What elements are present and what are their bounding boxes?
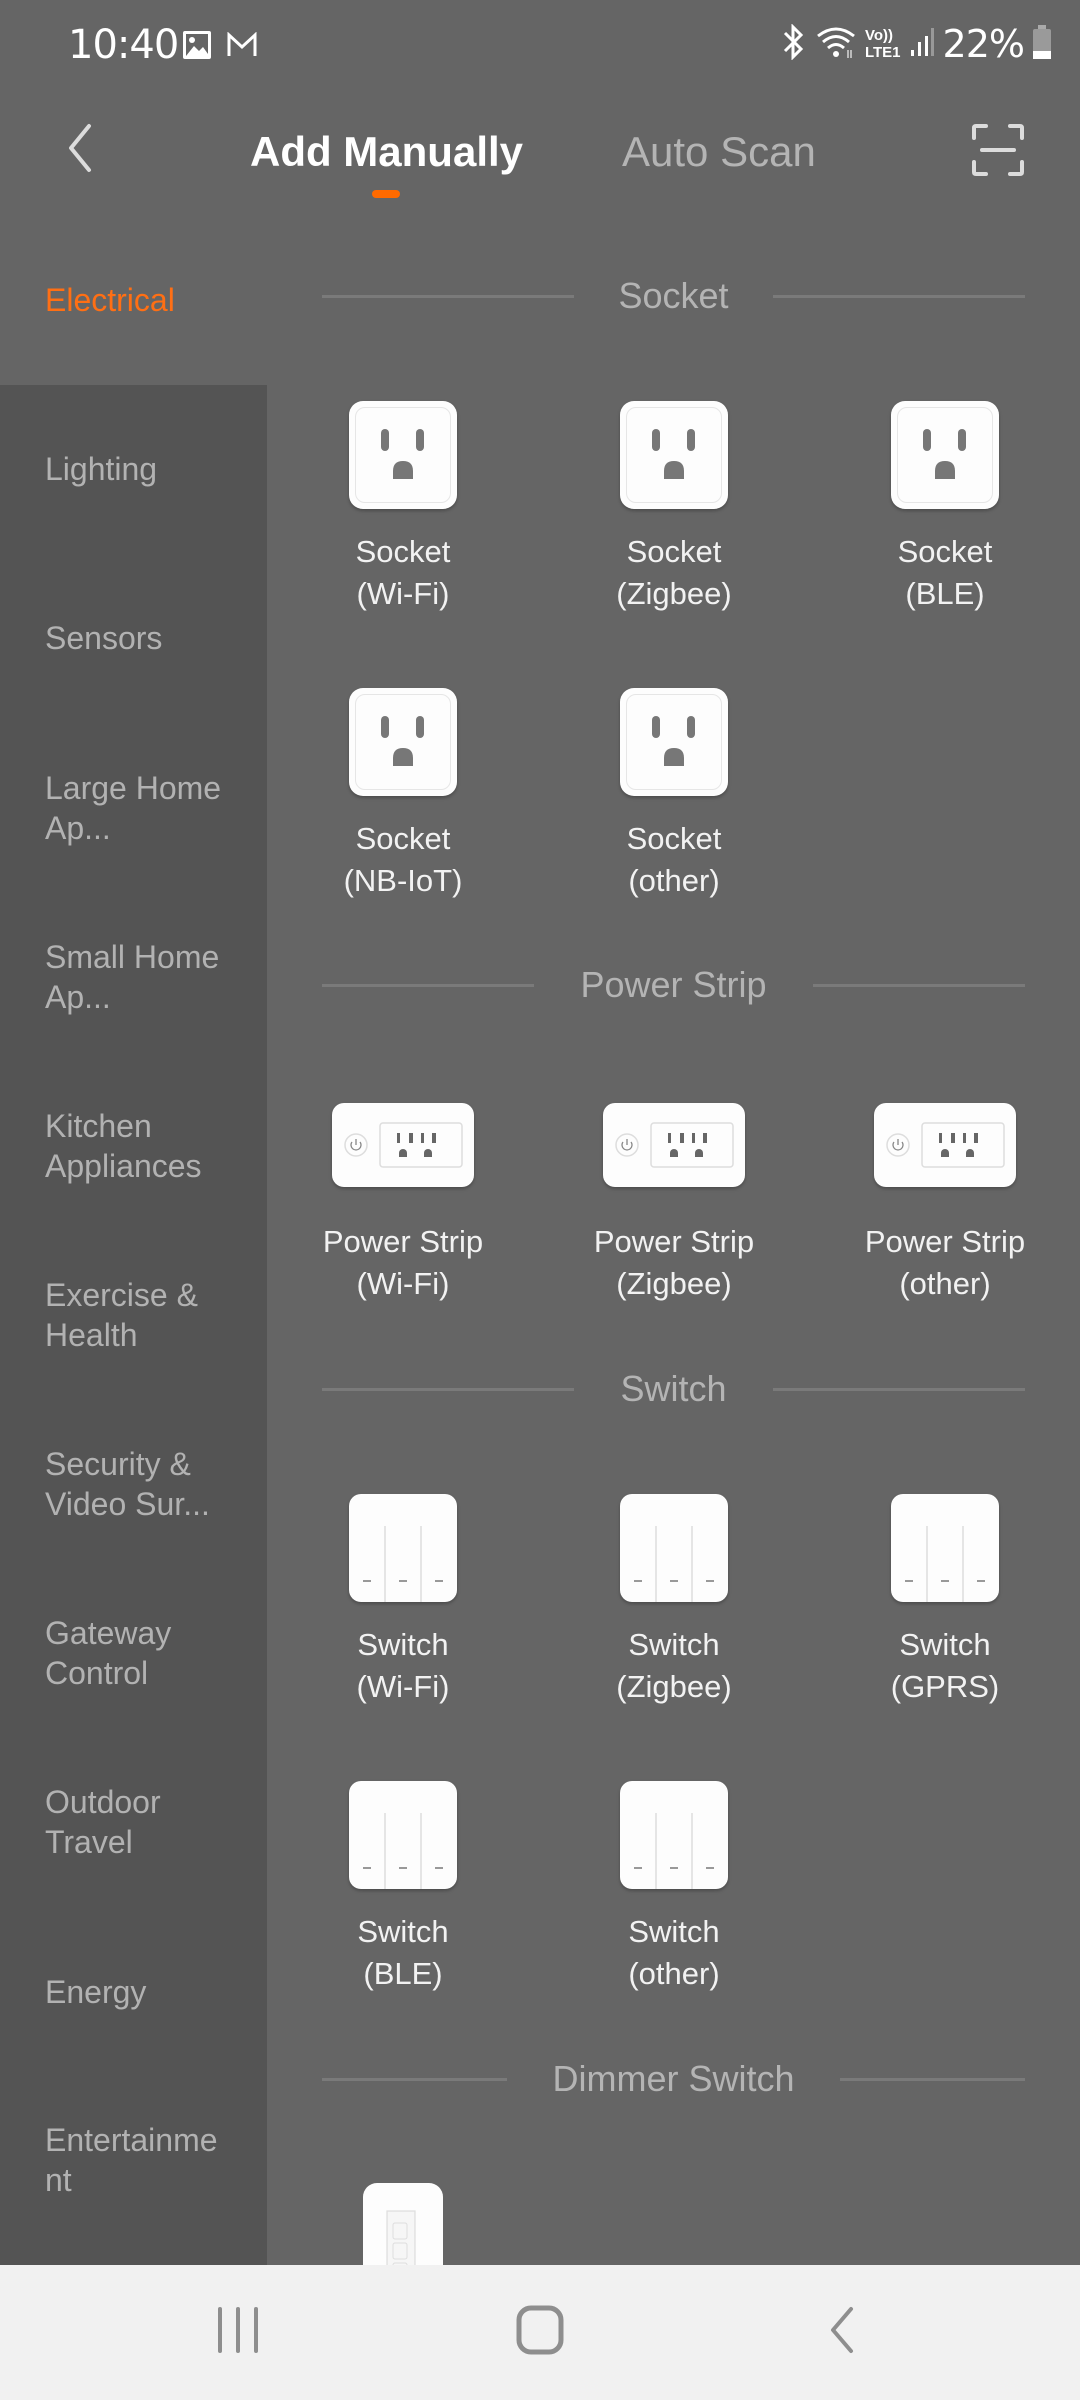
system-nav-bar: [0, 2265, 1080, 2400]
device-list: Socket Socket (Wi-Fi) Socket (Zigbee) Sock…: [267, 240, 1080, 2265]
device-socket-ble[interactable]: Socket (BLE): [830, 385, 1060, 615]
switch-icon: [620, 1781, 728, 1889]
section-header-switch: Switch: [322, 1360, 1025, 1420]
status-right-icons: Vo)) LTE1 22%: [781, 22, 1052, 66]
bluetooth-icon: [781, 22, 807, 65]
battery-icon: [1032, 24, 1052, 64]
socket-icon: [891, 401, 999, 509]
device-switch-wifi[interactable]: Switch (Wi-Fi): [288, 1478, 518, 1708]
sidebar-item-exercise-health[interactable]: Exercise & Health: [45, 1275, 245, 1355]
category-sidebar: Electrical Lighting Sensors Large Home A…: [0, 240, 267, 2265]
sidebar-item-electrical[interactable]: Electrical: [45, 280, 245, 320]
section-header-dimmer-switch: Dimmer Switch: [322, 2050, 1025, 2110]
switch-icon: [620, 1494, 728, 1602]
section-header-power-strip: Power Strip: [322, 956, 1025, 1016]
sidebar-item-small-home-appliances[interactable]: Small Home Ap...: [45, 937, 245, 1017]
device-switch-zigbee[interactable]: Switch (Zigbee): [559, 1478, 789, 1708]
wifi-icon: [815, 24, 857, 65]
divider: [840, 2078, 1025, 2081]
active-tab-indicator: [372, 190, 400, 198]
device-socket-zigbee[interactable]: Socket (Zigbee): [559, 385, 789, 615]
sidebar-item-large-home-appliances[interactable]: Large Home Ap...: [45, 768, 245, 848]
section-header-socket: Socket: [322, 267, 1025, 327]
sidebar-item-security-video[interactable]: Security & Video Sur...: [45, 1444, 245, 1524]
device-power-strip-other[interactable]: Power Strip (other): [830, 1075, 1060, 1305]
system-back-button[interactable]: [797, 2295, 887, 2370]
scan-icon: [970, 124, 1026, 182]
back-icon: [827, 2306, 857, 2359]
socket-icon: [620, 688, 728, 796]
lte-label: LTE1: [864, 44, 901, 61]
battery-percent: 22%: [942, 22, 1025, 66]
switch-icon: [891, 1494, 999, 1602]
home-icon: [516, 2305, 564, 2360]
switch-icon: [349, 1494, 457, 1602]
device-name: Socket (other): [626, 821, 722, 898]
device-switch-gprs[interactable]: Switch (GPRS): [830, 1478, 1060, 1708]
device-name: Socket (BLE): [897, 534, 993, 611]
device-name: Switch (Zigbee): [616, 1627, 732, 1704]
tab-auto-scan[interactable]: Auto Scan: [622, 128, 816, 176]
signal-icon: [909, 26, 935, 63]
sidebar-item-energy[interactable]: Energy: [45, 1972, 245, 2012]
device-name: Switch (GPRS): [890, 1627, 1000, 1704]
device-name: Power Strip (other): [864, 1224, 1026, 1301]
power-strip-icon: [874, 1103, 1016, 1187]
chevron-left-icon: [65, 122, 95, 179]
sidebar-item-entertainment[interactable]: Entertainment: [45, 2120, 225, 2200]
device-switch-other[interactable]: Switch (other): [559, 1765, 789, 1995]
socket-icon: [349, 401, 457, 509]
home-button[interactable]: [495, 2295, 585, 2370]
volte-label: Vo)): [864, 27, 894, 44]
sidebar-item-sensors[interactable]: Sensors: [45, 618, 245, 658]
power-strip-icon: [603, 1103, 745, 1187]
header: Add Manually Auto Scan: [0, 100, 1080, 210]
status-time: 10:40: [68, 22, 179, 68]
socket-icon: [349, 688, 457, 796]
device-power-strip-zigbee[interactable]: Power Strip (Zigbee): [559, 1075, 789, 1305]
recents-icon: [216, 2307, 260, 2358]
divider: [773, 1388, 1025, 1391]
tab-add-manually[interactable]: Add Manually: [250, 128, 523, 176]
gmail-icon: [226, 31, 258, 63]
device-socket-wifi[interactable]: Socket (Wi-Fi): [288, 385, 518, 615]
status-bar: 10:40 Vo)) LTE1 22%: [0, 0, 1080, 90]
status-left-icons: [182, 30, 258, 65]
sidebar-item-outdoor-travel[interactable]: Outdoor Travel: [45, 1782, 245, 1862]
device-name: Socket (Wi-Fi): [355, 534, 451, 611]
socket-icon: [620, 401, 728, 509]
device-name: Switch (Wi-Fi): [356, 1627, 450, 1704]
device-name: Power Strip (Wi-Fi): [322, 1224, 484, 1301]
device-name: Switch (BLE): [357, 1914, 449, 1991]
device-name: Socket (Zigbee): [616, 534, 732, 611]
device-socket-nb-iot[interactable]: Socket (NB-IoT): [288, 672, 518, 902]
sidebar-item-gateway-control[interactable]: Gateway Control: [45, 1613, 245, 1693]
volte-lte-icon: Vo)) LTE1: [865, 27, 901, 61]
device-name: Socket (NB-IoT): [343, 821, 463, 898]
sidebar-item-kitchen-appliances[interactable]: Kitchen Appliances: [45, 1106, 245, 1186]
device-name: Power Strip (Zigbee): [593, 1224, 755, 1301]
divider: [813, 984, 1025, 987]
recents-button[interactable]: [193, 2295, 283, 2370]
scan-button[interactable]: [970, 122, 1032, 184]
dimmer-switch-icon: [363, 2183, 443, 2265]
device-name: Switch (other): [628, 1914, 720, 1991]
divider: [773, 295, 1025, 298]
gallery-icon: [182, 30, 212, 65]
screen: 10:40 Vo)) LTE1 22% Add Manually Auto Sc…: [0, 0, 1080, 2400]
device-switch-ble[interactable]: Switch (BLE): [288, 1765, 518, 1995]
device-socket-other[interactable]: Socket (other): [559, 672, 789, 902]
sidebar-item-lighting[interactable]: Lighting: [45, 449, 245, 489]
device-dimmer-switch[interactable]: [288, 2183, 518, 2265]
switch-icon: [349, 1781, 457, 1889]
back-button[interactable]: [50, 120, 110, 180]
power-strip-icon: [332, 1103, 474, 1187]
device-power-strip-wifi[interactable]: Power Strip (Wi-Fi): [288, 1075, 518, 1305]
